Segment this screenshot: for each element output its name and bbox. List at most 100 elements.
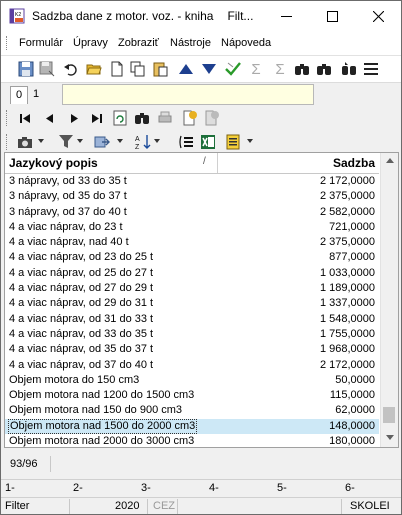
new-icon[interactable] [108, 60, 126, 78]
status-mode: Filter [5, 500, 30, 512]
sum-icon[interactable]: Σ [247, 60, 265, 78]
scroll-thumb[interactable] [383, 407, 395, 423]
main-toolbar: Σ Σ [1, 56, 401, 83]
tab-0[interactable]: 0 [10, 86, 28, 104]
column-header-description[interactable]: Jazykový popis [9, 156, 98, 170]
cell-description: 4 a viac náprav, do 23 t [9, 220, 123, 233]
previous-record-icon[interactable] [40, 109, 58, 127]
export-dropdown-icon[interactable] [117, 139, 123, 143]
column-marker: 1- [5, 482, 15, 494]
cell-description: 4 a viac náprav, od 33 do 35 t [9, 327, 154, 340]
filter-input[interactable] [62, 84, 314, 105]
grid-header: Jazykový popis / Sadzba [5, 153, 379, 174]
find-icon[interactable] [293, 60, 311, 78]
delete-record-icon[interactable] [202, 109, 220, 127]
table-row[interactable]: 4 a viac náprav, od 25 do 27 t 1 033,0000 [5, 266, 379, 281]
column-marker: 6- [345, 482, 355, 494]
table-row[interactable]: Objem motora nad 2000 do 3000 cm3 180,000… [5, 434, 379, 447]
scroll-down-icon[interactable] [386, 435, 394, 440]
table-row[interactable]: Objem motora nad 1200 do 1500 cm3 115,000… [5, 388, 379, 403]
add-record-icon[interactable] [180, 109, 198, 127]
table-row[interactable]: 4 a viac náprav, od 31 do 33 t 1 548,0000 [5, 312, 379, 327]
table-row[interactable]: Objem motora do 150 cm3 50,0000 [5, 373, 379, 388]
copy-icon[interactable] [129, 60, 147, 78]
table-row[interactable]: 4 a viac náprav, od 35 do 37 t 1 968,0000 [5, 342, 379, 357]
cell-rate: 2 582,0000 [319, 205, 375, 218]
table-row[interactable]: 4 a viac náprav, od 29 do 31 t 1 337,0000 [5, 296, 379, 311]
window-title-filter: Filt... [227, 9, 254, 23]
arrow-up-icon[interactable] [177, 60, 195, 78]
find-replace-icon[interactable] [340, 60, 358, 78]
scroll-up-icon[interactable] [386, 158, 394, 163]
cell-description: 4 a viac náprav, od 37 do 40 t [9, 358, 154, 371]
cell-rate: 148,0000 [329, 419, 375, 432]
column-header-rate[interactable]: Sadzba [333, 156, 375, 170]
undo-icon[interactable] [62, 60, 80, 78]
maximize-button[interactable] [309, 1, 355, 31]
find-next-icon[interactable] [315, 60, 333, 78]
vertical-scrollbar[interactable] [380, 153, 398, 447]
report-dropdown-icon[interactable] [247, 139, 253, 143]
excel-icon[interactable] [199, 133, 217, 151]
next-record-icon[interactable] [65, 109, 83, 127]
save-icon[interactable] [17, 60, 35, 78]
paste-icon[interactable] [151, 60, 169, 78]
sort-icon[interactable]: AZ [134, 133, 152, 151]
table-row[interactable]: 4 a viac náprav, do 23 t 721,0000 [5, 220, 379, 235]
cell-rate: 115,0000 [329, 389, 375, 402]
minimize-button[interactable] [263, 1, 309, 31]
svg-text:Z: Z [135, 144, 140, 150]
save-as-icon[interactable] [38, 60, 56, 78]
table-row[interactable]: 4 a viac náprav, od 27 do 29 t 1 189,0000 [5, 281, 379, 296]
table-row[interactable]: 4 a viac náprav, nad 40 t 2 375,0000 [5, 235, 379, 250]
menu-formular[interactable]: Formulár [19, 37, 63, 49]
cell-rate: 1 337,0000 [319, 297, 375, 310]
sum-off-icon[interactable]: Σ [271, 60, 289, 78]
filter-icon[interactable] [57, 133, 75, 151]
open-folder-icon[interactable] [85, 60, 103, 78]
cell-description: 3 nápravy, od 33 do 35 t [9, 175, 127, 187]
cell-description: 4 a viac náprav, od 27 do 29 t [9, 282, 154, 295]
cell-rate: 2 172,0000 [319, 175, 375, 187]
list-icon[interactable] [177, 133, 195, 151]
table-row[interactable]: 4 a viac náprav, od 33 do 35 t 1 755,0000 [5, 327, 379, 342]
camera-dropdown-icon[interactable] [38, 139, 44, 143]
camera-icon[interactable] [16, 133, 34, 151]
refresh-icon[interactable] [111, 109, 129, 127]
data-grid: Jazykový popis / Sadzba 3 nápravy, od 33… [4, 152, 399, 448]
table-row[interactable]: Objem motora nad 150 do 900 cm3 62,0000 [5, 403, 379, 418]
menu-upravy[interactable]: Úpravy [73, 37, 108, 49]
cell-rate: 2 375,0000 [319, 190, 375, 203]
table-row[interactable]: 3 nápravy, od 37 do 40 t 2 582,0000 [5, 205, 379, 220]
table-row[interactable]: 3 nápravy, od 33 do 35 t 2 172,0000 [5, 174, 379, 189]
first-record-icon[interactable] [16, 109, 34, 127]
menu-grip [6, 36, 10, 50]
cell-rate: 1 968,0000 [319, 343, 375, 356]
report-icon[interactable] [224, 133, 242, 151]
arrow-down-icon[interactable] [200, 60, 218, 78]
export-icon[interactable] [93, 133, 111, 151]
svg-text:K2: K2 [15, 12, 21, 18]
table-row[interactable]: 4 a viac náprav, od 23 do 25 t 877,0000 [5, 250, 379, 265]
menu-zobrazit[interactable]: Zobraziť [118, 37, 159, 49]
table-row[interactable]: 4 a viac náprav, od 37 do 40 t 2 172,0000 [5, 358, 379, 373]
menu-nastroje[interactable]: Nástroje [170, 37, 211, 49]
sort-dropdown-icon[interactable] [154, 139, 160, 143]
tab-1[interactable]: 1 [28, 86, 44, 103]
menu-lines-icon[interactable] [362, 60, 380, 78]
close-button[interactable] [355, 1, 401, 31]
column-separator[interactable] [217, 153, 218, 173]
table-row[interactable]: 3 nápravy, od 35 do 37 t 2 375,0000 [5, 189, 379, 204]
last-record-icon[interactable] [88, 109, 106, 127]
column-marker: 2- [73, 482, 83, 494]
table-row-selected[interactable]: Objem motora nad 1500 do 2000 cm3 148,000… [5, 418, 379, 435]
column-marker: 5- [277, 482, 287, 494]
binoculars-icon[interactable] [133, 109, 151, 127]
menu-napoveda[interactable]: Nápoveda [221, 37, 271, 49]
column-marker: 4- [209, 482, 219, 494]
sort-indicator: / [203, 156, 206, 167]
check-icon[interactable] [224, 60, 242, 78]
filter-dropdown-icon[interactable] [77, 139, 83, 143]
cell-description: 4 a viac náprav, od 25 do 27 t [9, 266, 154, 279]
print-icon[interactable] [156, 109, 174, 127]
